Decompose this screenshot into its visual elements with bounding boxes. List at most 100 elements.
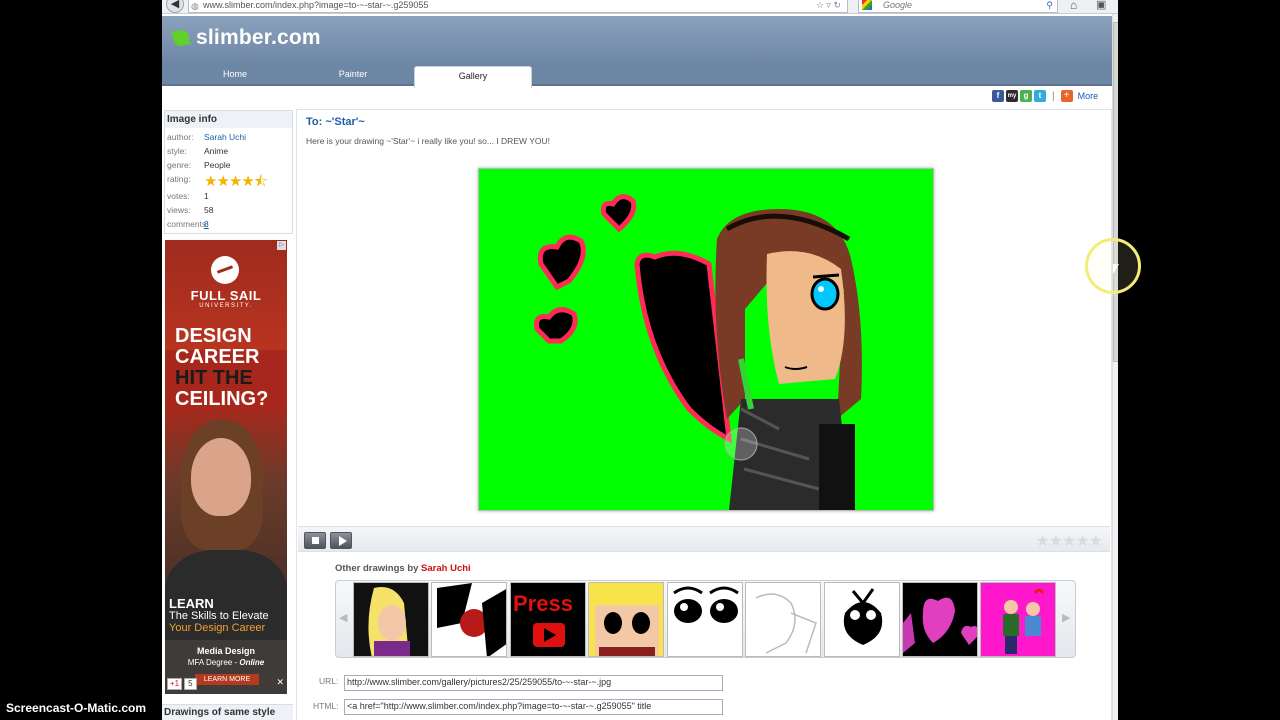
ad-learn: LEARN [169,596,214,611]
thumbnail[interactable] [667,582,743,657]
comments-label: comments: [167,219,209,229]
tab-home[interactable]: Home [176,65,294,84]
scrollbar[interactable] [1112,14,1118,720]
author-link[interactable]: Sarah Uchi [204,132,246,142]
player-bar: ★★★★★ [298,526,1110,552]
stop-button[interactable] [304,532,326,549]
author-row: author: Sarah Uchi [167,132,246,142]
genre-label: genre: [167,160,192,170]
facebook-icon[interactable]: f [992,90,1004,102]
search-placeholder: Google [883,0,913,10]
tab-painter[interactable]: Painter [294,65,412,84]
myspace-icon[interactable]: my [1006,90,1018,102]
search-icon[interactable]: ⚲ [1046,0,1053,12]
thumb-image-4 [589,583,663,656]
ad-photo-face [191,438,251,516]
other-drawings-label: Other drawings by [335,563,422,574]
url-field[interactable]: http://www.slimber.com/gallery/pictures2… [344,675,723,691]
home-icon[interactable]: ⌂ [1070,0,1077,12]
strip-prev-icon[interactable]: ◀ [339,611,347,624]
ad-university: UNIVERSITY. [199,303,253,309]
thumb-image-8 [903,583,977,656]
splat-logo-icon [170,27,192,49]
thumbnail[interactable] [902,582,978,657]
drawing-canvas[interactable] [478,168,934,511]
other-drawings-heading: Other drawings by Sarah Uchi [335,563,471,574]
thumbnail[interactable] [588,582,664,657]
rating-stars: ★★★★⯪ [204,173,268,190]
drawing-image [479,169,933,510]
thumb-image-7 [825,583,899,656]
thumb-image-1 [354,583,428,656]
site-logo[interactable]: slimber.com [170,25,321,51]
html-field[interactable]: <a href="http://www.slimber.com/index.ph… [344,699,723,715]
play-button[interactable] [330,532,352,549]
thumbnail[interactable] [431,582,507,657]
ad-degree-prefix: MFA Degree - [187,658,240,667]
views-label: views: [167,205,191,215]
scrollbar-thumb[interactable] [1113,22,1118,362]
thumb-image-2 [432,583,506,656]
adchoices-icon[interactable]: ▷ [277,241,286,250]
thumbnail[interactable] [824,582,900,657]
drawing-title: To: ~'Star'~ [306,116,365,128]
thumbnail[interactable] [745,582,821,657]
rating-row: rating: ★★★★⯪ [167,173,268,190]
genre-value: People [204,160,231,170]
ad-gplus[interactable]: +1 5 [167,678,197,690]
thumb-image-5 [668,583,742,656]
drawing-title-text: ~'Star'~ [325,116,365,128]
screen: ◀ ◍ www.slimber.com/index.php?image=to-~… [0,0,1280,720]
svg-text:Press: Press [513,591,573,616]
thumbnail[interactable] [980,582,1056,657]
gplus-button[interactable]: +1 [167,678,183,690]
html-label: HTML: [313,701,339,711]
ad-brand: FULL SAIL [190,288,262,303]
heart-small-3 [534,307,578,344]
thumbnail[interactable] [353,582,429,657]
browser-window: ◀ ◍ www.slimber.com/index.php?image=to-~… [162,0,1118,720]
ad-learn-more-button[interactable]: LEARN MORE [195,674,259,685]
share-more-link[interactable]: More [1078,91,1099,101]
extension-icon[interactable]: ▣ [1096,0,1106,11]
rating-label: rating: [167,174,191,184]
style-row: style: Anime [167,146,228,156]
address-text: www.slimber.com/index.php?image=to-~-sta… [203,0,429,10]
ad-headline-3: HIT THE [175,367,253,389]
search-box[interactable]: Google ⚲ [858,0,1058,13]
click-marker [724,427,758,461]
vote-stars[interactable]: ★★★★★ [1035,531,1103,551]
globe-icon: ◍ [191,1,199,11]
browser-toolbar: ◀ ◍ www.slimber.com/index.php?image=to-~… [162,0,1118,14]
thumb-image-3: Press [511,583,585,656]
strip-next-icon[interactable]: ▶ [1062,611,1070,624]
figure-eye [810,277,840,311]
ad-close-icon[interactable]: ✕ [276,677,284,688]
other-drawings-strip: ◀ Press ▶ [335,580,1076,658]
style-label: style: [167,146,187,156]
ad-degree: MFA Degree - Online [165,658,287,667]
figure-eye-shine [818,286,824,292]
votes-value: 1 [204,191,209,201]
ad-banner[interactable]: FULL SAIL UNIVERSITY. DESIGN CAREER HIT … [165,240,287,694]
back-button[interactable]: ◀ [166,0,184,13]
other-drawings-author[interactable]: Sarah Uchi [421,563,471,574]
bookmark-star-icon[interactable]: ☆ ▿ ↻ [816,0,841,12]
address-bar[interactable]: ◍ www.slimber.com/index.php?image=to-~-s… [188,0,848,13]
author-label: author: [167,132,194,142]
gplus-count: 5 [184,678,197,690]
ad-skills-1: The Skills to Elevate [169,610,269,622]
thumbnail[interactable]: Press [510,582,586,657]
thumb-image-6 [746,583,820,656]
comments-link[interactable]: 8 [204,219,209,229]
share-bar: f my g t | + More [992,89,1098,103]
drawing-title-prefix: To: [306,116,326,128]
style-value: Anime [204,146,229,156]
thumb-image-9 [981,583,1055,656]
figure-arm [819,424,855,510]
twitter-icon[interactable]: t [1034,90,1046,102]
url-label: URL: [319,676,339,686]
tab-gallery[interactable]: Gallery [414,66,532,88]
google-share-icon[interactable]: g [1020,90,1032,102]
addthis-plus-icon[interactable]: + [1060,90,1073,102]
